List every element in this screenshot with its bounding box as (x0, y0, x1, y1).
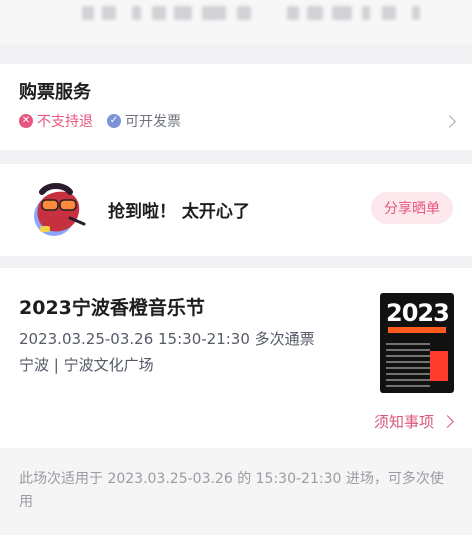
poster-band (388, 327, 446, 333)
service-badges: ✕ 不支持退 ✓ 可开发票 (19, 111, 181, 131)
top-blurred-strip (0, 0, 472, 44)
poster-year: 2023 (386, 299, 450, 327)
event-card[interactable]: 2023宁波香橙音乐节 2023.03.25-03.26 15:30-21:30… (0, 268, 472, 448)
poster-lineup (386, 339, 430, 389)
no-refund-label: 不支持退 (37, 114, 93, 130)
share-order-button[interactable]: 分享晒单 (371, 192, 453, 224)
chevron-right-icon (441, 415, 454, 428)
service-title: 购票服务 (19, 82, 91, 103)
mascot-illustration (34, 183, 86, 236)
poster-accent (430, 351, 448, 381)
chevron-right-icon[interactable] (443, 115, 456, 128)
notice-link-label: 须知事项 (374, 413, 435, 431)
share-card: 抢到啦！ 太开心了 分享晒单 (0, 164, 472, 256)
usage-note-text: 此场次适用于 2023.03.25-03.26 的 15:30-21:30 进场… (19, 471, 444, 510)
event-time: 2023.03.25-03.26 15:30-21:30 多次通票 (19, 330, 315, 348)
notice-link[interactable]: 须知事项 (374, 411, 454, 432)
event-venue: 宁波 | 宁波文化广场 (19, 356, 154, 374)
usage-note: 此场次适用于 2023.03.25-03.26 的 15:30-21:30 进场… (0, 448, 472, 535)
check-circle-icon: ✓ (107, 114, 121, 128)
x-circle-icon: ✕ (19, 114, 33, 128)
event-title: 2023宁波香橙音乐节 (19, 297, 205, 319)
share-message: 抢到啦！ 太开心了 (108, 202, 250, 222)
ticket-service-card[interactable]: 购票服务 ✕ 不支持退 ✓ 可开发票 (0, 64, 472, 150)
event-poster[interactable]: 2023 (380, 293, 454, 393)
invoice-label: 可开发票 (125, 114, 181, 130)
